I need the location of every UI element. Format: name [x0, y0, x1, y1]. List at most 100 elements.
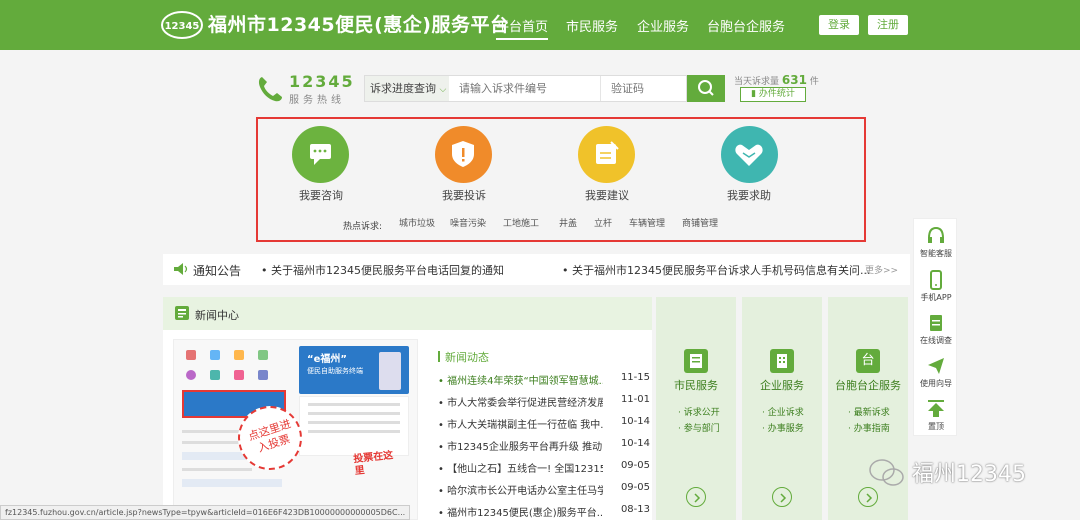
shield-icon [452, 141, 474, 167]
nav-taiwan-service[interactable]: 台胞台企服务 [707, 16, 785, 35]
news-carousel-image[interactable]: “e福州” 便民自助服务终端 点这里进入投票 投票在这里 [173, 339, 418, 520]
suggest-label[interactable]: 我要建议 [572, 187, 642, 203]
news-item-title[interactable]: 市人大常委会举行促进民营经济发展... [447, 398, 603, 409]
news-item[interactable]: • 市人大关瑞祺副主任一行莅临 我中... 10-14 [438, 416, 650, 431]
watermark-text: 福州12345 [912, 462, 1026, 487]
column-link[interactable]: · 诉求公开 [678, 405, 720, 418]
hot-tag[interactable]: 城市垃圾 [393, 216, 442, 232]
column-link[interactable]: · 最新诉求 [848, 405, 890, 418]
news-icon [175, 306, 189, 320]
stats-button-label: 办件统计 [758, 89, 795, 99]
hot-tag[interactable]: 工地施工 [497, 216, 546, 232]
news-item-title[interactable]: 哈尔滨市长公开电话办公室主任马学... [447, 486, 603, 497]
column-link-text[interactable]: 最新诉求 [854, 408, 890, 418]
column-link-text[interactable]: 诉求公开 [684, 408, 720, 418]
tool-label[interactable]: 置顶 [914, 421, 958, 432]
news-item-title[interactable]: 市12345企业服务平台再升级 推动... [447, 442, 603, 453]
news-item[interactable]: • 市人大常委会举行促进民营经济发展... 11-01 [438, 394, 650, 409]
news-item-title[interactable]: 【他山之石】五线合一! 全国12315... [447, 464, 603, 475]
site-title: 福州市12345便民(惠企)服务平台 [208, 14, 510, 36]
smart-service-tool[interactable]: 智能客服 [914, 222, 958, 266]
consult-button[interactable] [292, 126, 349, 183]
chevron-down-icon: ⌵ [439, 85, 447, 95]
hot-tag[interactable]: 商铺管理 [676, 216, 725, 232]
captcha-input[interactable] [601, 76, 687, 101]
complain-label[interactable]: 我要投诉 [429, 187, 499, 203]
column-link[interactable]: · 参与部门 [678, 421, 720, 434]
suggest-button[interactable] [578, 126, 635, 183]
column-link-text[interactable]: 办事服务 [768, 424, 804, 434]
guide-tool[interactable]: 使用向导 [914, 352, 958, 396]
column-link[interactable]: · 办事服务 [762, 421, 804, 434]
column-link[interactable]: · 企业诉求 [762, 405, 804, 418]
column-title[interactable]: 企业服务 [742, 377, 822, 393]
svg-text:12345: 12345 [165, 21, 200, 32]
news-section-title: 新闻中心 [195, 309, 239, 322]
news-item-title[interactable]: 福州连续4年荣获“中国领军智慧城... [447, 376, 603, 387]
search-form: 诉求进度查询 ⌵ [364, 75, 687, 102]
help-button[interactable] [721, 126, 778, 183]
help-label[interactable]: 我要求助 [714, 187, 784, 203]
tool-label[interactable]: 手机APP [914, 292, 958, 303]
nav-home[interactable]: 平台首页 [496, 16, 549, 40]
stats-button[interactable]: ▮ 办件统计 [740, 87, 806, 102]
notice-item[interactable]: • 关于福州市12345便民服务平台电话回复的通知 [261, 262, 504, 278]
news-item[interactable]: • 市12345企业服务平台再升级 推动... 10-14 [438, 438, 650, 453]
wechat-icon [869, 459, 904, 486]
daily-count-unit: 件 [809, 77, 819, 87]
column-link-text[interactable]: 参与部门 [684, 424, 720, 434]
kiosk-image [379, 352, 401, 390]
hot-tag[interactable]: 车辆管理 [623, 216, 672, 232]
mobile-app-tool[interactable]: 手机APP [914, 266, 958, 310]
speaker-icon [174, 263, 188, 275]
column-title[interactable]: 台胞台企服务 [828, 377, 908, 393]
more-link[interactable]: 更多>> [865, 263, 898, 276]
news-item[interactable]: • 福州市12345便民(惠企)服务平台... 08-13 [438, 504, 650, 519]
complain-button[interactable] [435, 126, 492, 183]
document-icon [684, 349, 708, 373]
nav-citizen-service[interactable]: 市民服务 [566, 16, 618, 35]
headset-icon [928, 226, 944, 243]
building-icon [770, 349, 794, 373]
news-header: 新闻中心 [163, 297, 652, 330]
news-item[interactable]: • 福州连续4年荣获“中国领军智慧城... 11-15 [438, 372, 650, 387]
chevron-right-icon[interactable] [686, 487, 706, 507]
column-link-text[interactable]: 企业诉求 [768, 408, 804, 418]
notice-item[interactable]: • 关于福州市12345便民服务平台诉求人手机号码信息有关问... [562, 262, 870, 278]
news-item[interactable]: • 【他山之石】五线合一! 全国12315... 09-05 [438, 460, 650, 475]
hot-tag[interactable]: 井盖 [553, 216, 584, 232]
news-item-title[interactable]: 福州市12345便民(惠企)服务平台... [447, 508, 603, 519]
tool-label[interactable]: 在线调查 [914, 335, 958, 346]
logo-icon[interactable]: 12345 [160, 8, 204, 42]
case-number-input[interactable] [449, 76, 601, 101]
tool-label[interactable]: 使用向导 [914, 378, 958, 389]
nav-enterprise-service[interactable]: 企业服务 [637, 16, 689, 35]
form-preview [299, 396, 409, 456]
news-subtitle-text: 新闻动态 [445, 351, 489, 364]
hot-tag[interactable]: 噪音污染 [444, 216, 493, 232]
notice-item-text[interactable]: 关于福州市12345便民服务平台诉求人手机号码信息有关问... [572, 264, 870, 277]
tool-label[interactable]: 智能客服 [914, 248, 958, 259]
survey-tool[interactable]: 在线调查 [914, 309, 958, 353]
query-type-select[interactable]: 诉求进度查询 ⌵ [365, 76, 449, 101]
hot-tag[interactable]: 立杆 [588, 216, 619, 232]
mobile-phone-icon [930, 270, 942, 290]
column-link[interactable]: · 办事指南 [848, 421, 890, 434]
column-title[interactable]: 市民服务 [656, 377, 736, 393]
daily-count-label: 当天诉求量 [734, 77, 780, 87]
notice-bar: 通知公告 • 关于福州市12345便民服务平台电话回复的通知 • 关于福州市12… [163, 254, 910, 285]
news-item-date: 09-05 [620, 460, 650, 471]
back-to-top-tool[interactable]: 置顶 [914, 395, 958, 439]
register-button[interactable]: 注册 [868, 15, 908, 35]
consult-label[interactable]: 我要咨询 [286, 187, 356, 203]
vote-stamp-text[interactable]: 点这里进入投票 [247, 417, 297, 457]
login-button[interactable]: 登录 [819, 15, 859, 35]
chevron-right-icon[interactable] [858, 487, 878, 507]
news-item-title[interactable]: 市人大关瑞祺副主任一行莅临 我中... [447, 420, 603, 431]
news-item[interactable]: • 哈尔滨市长公开电话办公室主任马学... 09-05 [438, 482, 650, 497]
daily-count: 当天诉求量 631 件 [734, 73, 819, 87]
notice-item-text[interactable]: 关于福州市12345便民服务平台电话回复的通知 [271, 264, 504, 277]
chevron-right-icon[interactable] [772, 487, 792, 507]
column-link-text[interactable]: 办事指南 [854, 424, 890, 434]
search-button[interactable] [687, 75, 725, 102]
